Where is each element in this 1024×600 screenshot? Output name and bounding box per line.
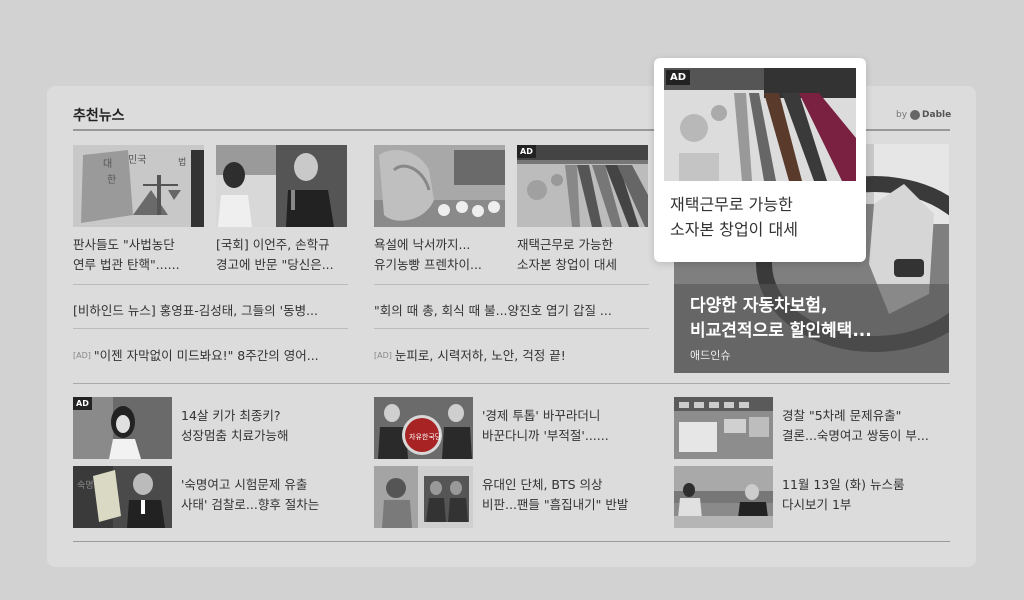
news-title: '숙명여고 시험문제 유출 사태' 검찰로...향후 절차는 <box>181 477 320 512</box>
svg-text:민국: 민국 <box>128 154 146 166</box>
divider <box>374 328 649 329</box>
news-card[interactable]: [국회] 이언주, 손학규 경고에 반문 "당신은... <box>216 145 347 275</box>
big-ad-headline: 다양한 자동차보험, 비교견적으로 할인혜택... <box>690 296 872 341</box>
dable-logo: Dable <box>910 110 951 120</box>
ad-thumbnail: AD <box>517 145 648 227</box>
list-item-title: 눈피로, 시력저하, 노안, 걱정 끝! <box>394 348 566 363</box>
list-item-title: "이젠 자막없이 미드봐요!" 8주간의 영어... <box>93 348 319 363</box>
news-item[interactable]: 자유한국당 '경제 투톱' 바꾸라더니 바꾼다니까 '부적절'...... <box>374 397 609 459</box>
news-title: [국회] 이언주, 손학규 경고에 반문 "당신은... <box>216 237 334 272</box>
news-thumbnail <box>674 397 773 459</box>
news-thumbnail: 숙명 <box>73 466 172 528</box>
news-title: '경제 투톱' 바꾸라더니 바꾼다니까 '부적절'...... <box>482 408 609 443</box>
dable-logo-icon <box>910 110 921 120</box>
ad-thumbnail: AD <box>664 68 856 181</box>
ad-badge: AD <box>73 397 92 410</box>
divider <box>73 328 348 329</box>
ad-thumbnail: AD <box>73 397 172 459</box>
widget-title: 추천뉴스 <box>73 108 125 124</box>
news-item[interactable]: 경찰 "5차례 문제유출" 결론...숙명여고 쌍둥이 부... <box>674 397 929 459</box>
ad-card[interactable]: AD 재택근무로 가능한 소자본 창업이 대세 <box>517 145 648 275</box>
svg-text:자유한국당: 자유한국당 <box>409 432 442 441</box>
svg-text:숙명: 숙명 <box>77 480 94 491</box>
news-thumbnail <box>216 145 347 227</box>
news-thumbnail: 자유한국당 <box>374 397 473 459</box>
big-ad-sponsor: 애드인슈 <box>690 349 731 362</box>
bottom-divider <box>73 541 950 542</box>
list-item[interactable]: [비하인드 뉴스] 홍영표-김성태, 그들의 '동병... <box>73 300 348 319</box>
news-title: 욕설에 낙서까지... 유기농빵 프렌차이... <box>374 237 482 272</box>
list-item-title: "회의 때 총, 회식 때 불...양진호 엽기 갑질 ... <box>374 303 612 318</box>
ad-tag: [AD] <box>73 351 91 360</box>
news-item[interactable]: 11월 13일 (화) 뉴스룸 다시보기 1부 <box>674 466 905 528</box>
ad-badge: AD <box>666 70 691 85</box>
news-item[interactable]: 유대인 단체, BTS 의상 비판...팬들 "흠집내기" 반발 <box>374 466 628 528</box>
ad-title: 재택근무로 가능한 소자본 창업이 대세 <box>517 237 617 272</box>
ad-title: 14살 키가 최종키? 성장멈춤 치료가능해 <box>181 408 289 443</box>
news-title: 경찰 "5차례 문제유출" 결론...숙명여고 쌍둥이 부... <box>782 408 929 443</box>
dable-credit[interactable]: by Dable <box>896 110 951 120</box>
news-title: 판사들도 "사법농단 연루 법관 탄핵"...... <box>73 237 180 272</box>
news-title: 유대인 단체, BTS 의상 비판...팬들 "흠집내기" 반발 <box>482 477 629 512</box>
divider <box>73 284 348 285</box>
news-card[interactable]: 대 한 민국 법 판사들도 "사법농단 연루 법관 탄핵"...... <box>73 145 204 275</box>
list-item-title: [비하인드 뉴스] 홍영표-김성태, 그들의 '동병... <box>73 303 318 318</box>
section-divider <box>73 383 950 384</box>
news-thumbnail <box>674 466 773 528</box>
news-title: 11월 13일 (화) 뉴스룸 다시보기 1부 <box>782 477 905 512</box>
svg-text:한: 한 <box>107 174 116 186</box>
hover-preview-card[interactable]: AD 재택근무로 가능한 소자본 창업이 대세 <box>654 58 866 262</box>
svg-text:법: 법 <box>178 157 186 168</box>
news-item[interactable]: 숙명 '숙명여고 시험문제 유출 사태' 검찰로...향후 절차는 <box>73 466 319 528</box>
news-thumbnail: 대 한 민국 법 <box>73 145 204 227</box>
ad-list-item[interactable]: [AD] "이젠 자막없이 미드봐요!" 8주간의 영어... <box>73 345 348 364</box>
ad-tag: [AD] <box>374 351 392 360</box>
news-card[interactable]: 욕설에 낙서까지... 유기농빵 프렌차이... <box>374 145 505 275</box>
news-thumbnail <box>374 466 473 528</box>
divider <box>374 284 649 285</box>
ad-item[interactable]: AD 14살 키가 최종키? 성장멈춤 치료가능해 <box>73 397 288 459</box>
news-thumbnail <box>374 145 505 227</box>
ad-list-item[interactable]: [AD] 눈피로, 시력저하, 노안, 걱정 끝! <box>374 345 649 364</box>
list-item[interactable]: "회의 때 총, 회식 때 불...양진호 엽기 갑질 ... <box>374 300 649 319</box>
ad-badge: AD <box>517 145 536 158</box>
by-label: by <box>896 110 908 120</box>
ad-title: 재택근무로 가능한 소자본 창업이 대세 <box>670 195 798 239</box>
svg-text:대: 대 <box>103 158 112 170</box>
dable-brand: Dable <box>922 110 952 120</box>
